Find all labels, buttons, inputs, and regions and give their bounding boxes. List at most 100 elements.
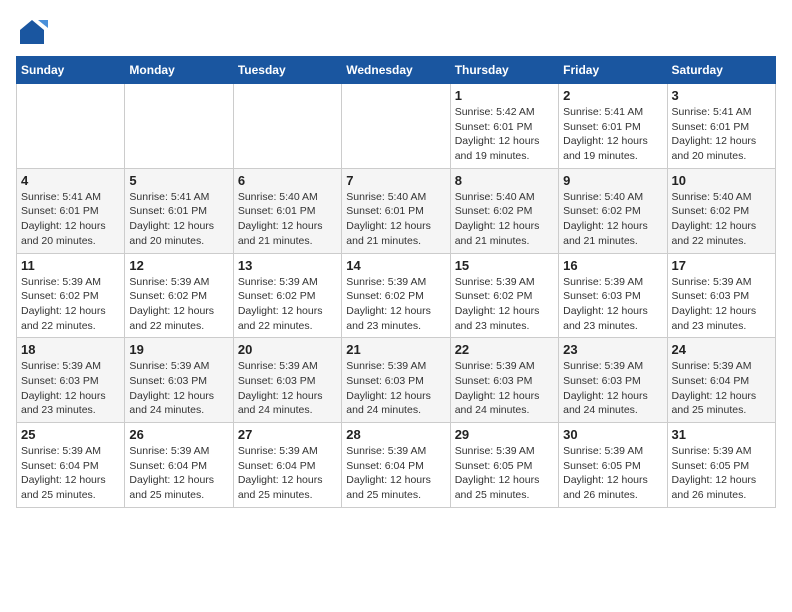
calendar-cell bbox=[342, 84, 450, 169]
calendar-cell: 3Sunrise: 5:41 AM Sunset: 6:01 PM Daylig… bbox=[667, 84, 775, 169]
day-info: Sunrise: 5:39 AM Sunset: 6:04 PM Dayligh… bbox=[21, 444, 120, 503]
calendar-cell: 22 Sunrise: 5:39 AM Sunset: 6:03 PM Dayli… bbox=[450, 338, 558, 423]
calendar-cell: 31Sunrise: 5:39 AM Sunset: 6:05 PM Dayli… bbox=[667, 423, 775, 508]
calendar-week-row: 4 Sunrise: 5:41 AM Sunset: 6:01 PM Daylig… bbox=[17, 168, 776, 253]
day-number: 13 bbox=[238, 258, 337, 273]
calendar-cell: 30 Sunrise: 5:39 AM Sunset: 6:05 PM Dayli… bbox=[559, 423, 667, 508]
day-number: 4 bbox=[21, 173, 120, 188]
calendar-cell bbox=[17, 84, 125, 169]
day-number: 20 bbox=[238, 342, 337, 357]
calendar-cell: 26 Sunrise: 5:39 AM Sunset: 6:04 PM Dayli… bbox=[125, 423, 233, 508]
day-info: Sunrise: 5:39 AM Sunset: 6:05 PM Dayligh… bbox=[455, 444, 554, 503]
day-number: 16 bbox=[563, 258, 662, 273]
day-header-sunday: Sunday bbox=[17, 57, 125, 84]
day-number: 30 bbox=[563, 427, 662, 442]
day-info: Sunrise: 5:39 AM Sunset: 6:02 PM Dayligh… bbox=[455, 275, 554, 334]
day-header-thursday: Thursday bbox=[450, 57, 558, 84]
day-number: 25 bbox=[21, 427, 120, 442]
calendar-cell: 23 Sunrise: 5:39 AM Sunset: 6:03 PM Dayli… bbox=[559, 338, 667, 423]
day-number: 21 bbox=[346, 342, 445, 357]
day-info: Sunrise: 5:39 AM Sunset: 6:05 PM Dayligh… bbox=[672, 444, 771, 503]
calendar-cell: 9Sunrise: 5:40 AM Sunset: 6:02 PM Daylig… bbox=[559, 168, 667, 253]
calendar-cell: 10 Sunrise: 5:40 AM Sunset: 6:02 PM Dayli… bbox=[667, 168, 775, 253]
calendar-cell bbox=[125, 84, 233, 169]
day-number: 22 bbox=[455, 342, 554, 357]
day-info: Sunrise: 5:40 AM Sunset: 6:02 PM Dayligh… bbox=[672, 190, 771, 249]
calendar-header-row: SundayMondayTuesdayWednesdayThursdayFrid… bbox=[17, 57, 776, 84]
day-number: 1 bbox=[455, 88, 554, 103]
day-number: 26 bbox=[129, 427, 228, 442]
calendar-week-row: 11 Sunrise: 5:39 AM Sunset: 6:02 PM Dayli… bbox=[17, 253, 776, 338]
day-info: Sunrise: 5:39 AM Sunset: 6:03 PM Dayligh… bbox=[563, 275, 662, 334]
calendar-cell: 21 Sunrise: 5:39 AM Sunset: 6:03 PM Dayli… bbox=[342, 338, 450, 423]
calendar-cell: 19 Sunrise: 5:39 AM Sunset: 6:03 PM Dayli… bbox=[125, 338, 233, 423]
day-number: 24 bbox=[672, 342, 771, 357]
day-header-wednesday: Wednesday bbox=[342, 57, 450, 84]
day-number: 2 bbox=[563, 88, 662, 103]
calendar-cell: 4 Sunrise: 5:41 AM Sunset: 6:01 PM Daylig… bbox=[17, 168, 125, 253]
calendar-cell: 25 Sunrise: 5:39 AM Sunset: 6:04 PM Dayli… bbox=[17, 423, 125, 508]
day-info: Sunrise: 5:39 AM Sunset: 6:02 PM Dayligh… bbox=[346, 275, 445, 334]
day-number: 19 bbox=[129, 342, 228, 357]
day-info: Sunrise: 5:39 AM Sunset: 6:04 PM Dayligh… bbox=[129, 444, 228, 503]
calendar-cell: 14Sunrise: 5:39 AM Sunset: 6:02 PM Dayli… bbox=[342, 253, 450, 338]
calendar-cell: 7 Sunrise: 5:40 AM Sunset: 6:01 PM Daylig… bbox=[342, 168, 450, 253]
day-number: 29 bbox=[455, 427, 554, 442]
day-info: Sunrise: 5:42 AM Sunset: 6:01 PM Dayligh… bbox=[455, 105, 554, 164]
calendar-cell: 18Sunrise: 5:39 AM Sunset: 6:03 PM Dayli… bbox=[17, 338, 125, 423]
calendar-cell: 24 Sunrise: 5:39 AM Sunset: 6:04 PM Dayli… bbox=[667, 338, 775, 423]
day-info: Sunrise: 5:41 AM Sunset: 6:01 PM Dayligh… bbox=[672, 105, 771, 164]
day-number: 7 bbox=[346, 173, 445, 188]
day-info: Sunrise: 5:39 AM Sunset: 6:03 PM Dayligh… bbox=[346, 359, 445, 418]
day-number: 5 bbox=[129, 173, 228, 188]
day-header-friday: Friday bbox=[559, 57, 667, 84]
day-info: Sunrise: 5:39 AM Sunset: 6:02 PM Dayligh… bbox=[129, 275, 228, 334]
calendar-cell: 27Sunrise: 5:39 AM Sunset: 6:04 PM Dayli… bbox=[233, 423, 341, 508]
day-info: Sunrise: 5:39 AM Sunset: 6:04 PM Dayligh… bbox=[346, 444, 445, 503]
day-info: Sunrise: 5:39 AM Sunset: 6:02 PM Dayligh… bbox=[238, 275, 337, 334]
day-header-monday: Monday bbox=[125, 57, 233, 84]
day-info: Sunrise: 5:40 AM Sunset: 6:01 PM Dayligh… bbox=[346, 190, 445, 249]
day-info: Sunrise: 5:39 AM Sunset: 6:03 PM Dayligh… bbox=[455, 359, 554, 418]
day-number: 27 bbox=[238, 427, 337, 442]
day-info: Sunrise: 5:40 AM Sunset: 6:02 PM Dayligh… bbox=[563, 190, 662, 249]
calendar-cell: 13 Sunrise: 5:39 AM Sunset: 6:02 PM Dayli… bbox=[233, 253, 341, 338]
logo-icon bbox=[16, 16, 48, 48]
day-number: 10 bbox=[672, 173, 771, 188]
day-number: 6 bbox=[238, 173, 337, 188]
day-info: Sunrise: 5:40 AM Sunset: 6:02 PM Dayligh… bbox=[455, 190, 554, 249]
day-info: Sunrise: 5:41 AM Sunset: 6:01 PM Dayligh… bbox=[563, 105, 662, 164]
day-info: Sunrise: 5:40 AM Sunset: 6:01 PM Dayligh… bbox=[238, 190, 337, 249]
calendar-cell: 28 Sunrise: 5:39 AM Sunset: 6:04 PM Dayli… bbox=[342, 423, 450, 508]
top-area bbox=[16, 16, 776, 48]
day-info: Sunrise: 5:39 AM Sunset: 6:03 PM Dayligh… bbox=[563, 359, 662, 418]
day-number: 8 bbox=[455, 173, 554, 188]
calendar-cell: 15 Sunrise: 5:39 AM Sunset: 6:02 PM Dayli… bbox=[450, 253, 558, 338]
day-number: 28 bbox=[346, 427, 445, 442]
calendar-cell: 17 Sunrise: 5:39 AM Sunset: 6:03 PM Dayli… bbox=[667, 253, 775, 338]
calendar-week-row: 1 Sunrise: 5:42 AM Sunset: 6:01 PM Daylig… bbox=[17, 84, 776, 169]
calendar-cell: 11 Sunrise: 5:39 AM Sunset: 6:02 PM Dayli… bbox=[17, 253, 125, 338]
calendar-cell: 16 Sunrise: 5:39 AM Sunset: 6:03 PM Dayli… bbox=[559, 253, 667, 338]
calendar-cell: 5 Sunrise: 5:41 AM Sunset: 6:01 PM Daylig… bbox=[125, 168, 233, 253]
day-info: Sunrise: 5:39 AM Sunset: 6:03 PM Dayligh… bbox=[129, 359, 228, 418]
day-info: Sunrise: 5:39 AM Sunset: 6:05 PM Dayligh… bbox=[563, 444, 662, 503]
calendar-cell: 12 Sunrise: 5:39 AM Sunset: 6:02 PM Dayli… bbox=[125, 253, 233, 338]
day-number: 18 bbox=[21, 342, 120, 357]
calendar-table: SundayMondayTuesdayWednesdayThursdayFrid… bbox=[16, 56, 776, 508]
day-info: Sunrise: 5:39 AM Sunset: 6:03 PM Dayligh… bbox=[238, 359, 337, 418]
day-info: Sunrise: 5:41 AM Sunset: 6:01 PM Dayligh… bbox=[21, 190, 120, 249]
logo bbox=[16, 16, 776, 48]
day-number: 15 bbox=[455, 258, 554, 273]
day-number: 17 bbox=[672, 258, 771, 273]
day-info: Sunrise: 5:41 AM Sunset: 6:01 PM Dayligh… bbox=[129, 190, 228, 249]
day-info: Sunrise: 5:39 AM Sunset: 6:03 PM Dayligh… bbox=[672, 275, 771, 334]
calendar-cell: 29 Sunrise: 5:39 AM Sunset: 6:05 PM Dayli… bbox=[450, 423, 558, 508]
day-number: 12 bbox=[129, 258, 228, 273]
day-number: 23 bbox=[563, 342, 662, 357]
day-number: 11 bbox=[21, 258, 120, 273]
day-header-tuesday: Tuesday bbox=[233, 57, 341, 84]
day-info: Sunrise: 5:39 AM Sunset: 6:02 PM Dayligh… bbox=[21, 275, 120, 334]
day-info: Sunrise: 5:39 AM Sunset: 6:04 PM Dayligh… bbox=[672, 359, 771, 418]
calendar-week-row: 18 Sunrise: 5:39 AM Sunset: 6:03 PM Dayli… bbox=[17, 338, 776, 423]
